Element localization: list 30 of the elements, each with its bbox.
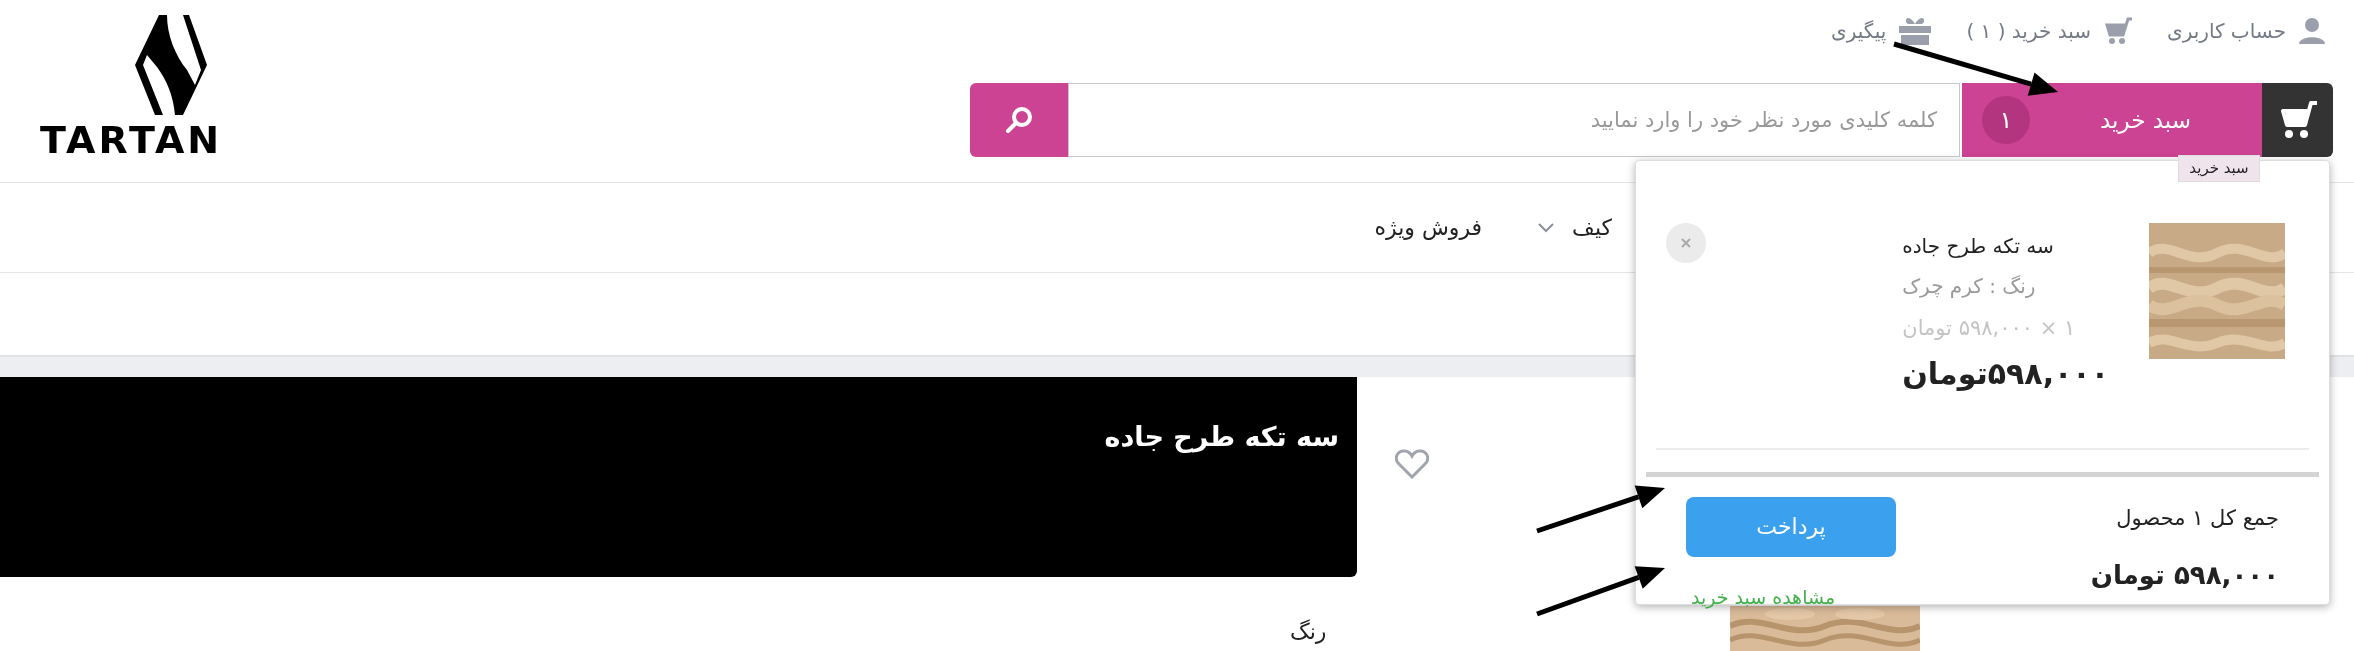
- total-price: ۵۹۸,۰۰۰ تومان: [2090, 559, 2279, 593]
- option-label: رنگ: [1290, 618, 1327, 646]
- cart-icon: [2103, 17, 2133, 45]
- nav-link[interactable]: کیف: [1538, 211, 1612, 244]
- logo-icon: [135, 15, 207, 115]
- search-button[interactable]: [970, 83, 1068, 157]
- close-icon: [1681, 238, 1691, 248]
- cart-button[interactable]: ۱ سبد خرید: [1962, 83, 2262, 157]
- chevron-down-icon: [1538, 222, 1555, 233]
- count-badge: ۱: [1982, 96, 2030, 144]
- item-variant: رنگ : کرم چرک: [1902, 273, 2036, 300]
- search-icon: [1003, 104, 1035, 136]
- heart-icon[interactable]: [1395, 449, 1429, 479]
- top-link[interactable]: سبد خرید ( ۱ ): [1966, 16, 2091, 46]
- total-label: جمع کل ۱ محصول: [2116, 504, 2279, 532]
- item-price: ۵۹۸,۰۰۰تومان: [1902, 354, 2109, 393]
- checkout-button[interactable]: پرداخت: [1686, 496, 1896, 557]
- logo-text: TARTAN: [40, 119, 223, 161]
- tooltip: سبد خرید: [2178, 155, 2260, 182]
- top-link[interactable]: حساب کاربری: [2167, 16, 2286, 46]
- product-title: سه تکه طرح جاده: [1104, 420, 1339, 455]
- user-icon: [2298, 17, 2326, 45]
- search-field[interactable]: کلمه کلیدی مورد نظر خود را وارد نمایید: [1068, 83, 1960, 157]
- nav-link[interactable]: فروش ویژه: [1374, 211, 1483, 244]
- item-title[interactable]: سه تکه طرح جاده: [1902, 231, 2054, 261]
- cart-icon-button[interactable]: [2262, 83, 2333, 157]
- gift-icon: [1898, 16, 1933, 46]
- top-link[interactable]: پیگیری: [1831, 16, 1887, 46]
- view-cart-link[interactable]: مشاهده سبد خرید: [1691, 582, 1836, 611]
- item-quantity-price: ۱ × ۵۹۸,۰۰۰ تومان: [1902, 315, 2076, 342]
